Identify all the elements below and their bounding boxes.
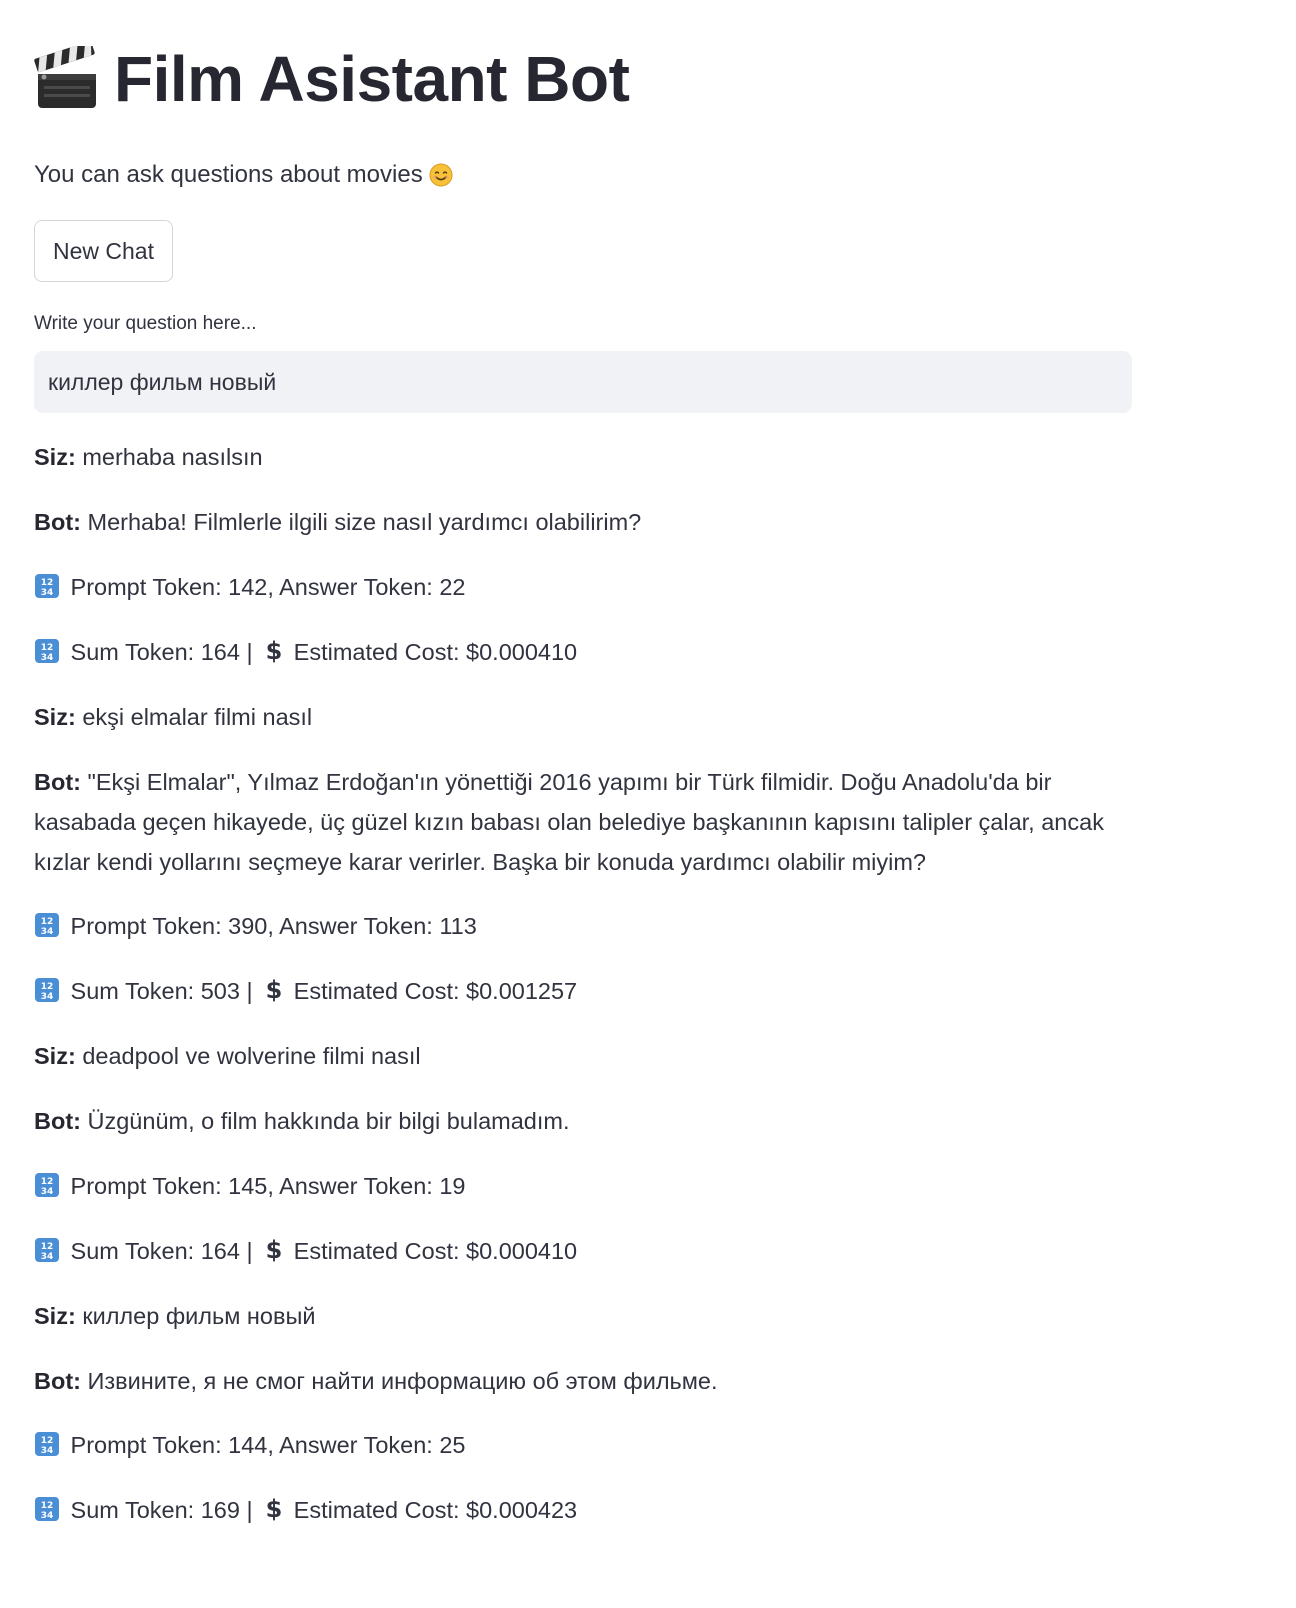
- svg-text:12: 12: [41, 1436, 54, 1446]
- svg-text:34: 34: [41, 992, 54, 1002]
- title-row: Film Asistant Bot: [34, 43, 630, 115]
- token-usage-line: 12 34 Prompt Token: 144, Answer Token: 2…: [34, 1425, 1134, 1465]
- token-usage-line: 12 34 Prompt Token: 142, Answer Token: 2…: [34, 567, 1134, 607]
- page-title: Film Asistant Bot: [114, 43, 630, 115]
- heavy-dollar-sign-icon: $: [266, 1237, 283, 1263]
- heavy-dollar-sign-icon: $: [266, 638, 283, 664]
- message-text: ekşi elmalar filmi nasıl: [82, 704, 313, 730]
- svg-text:12: 12: [41, 643, 54, 653]
- speaker-label: Bot:: [34, 509, 81, 535]
- speaker-label: Bot:: [34, 1108, 81, 1134]
- cost-line: 12 34 Sum Token: 169 | $ Estimated Cost:…: [34, 1490, 1134, 1530]
- svg-text:12: 12: [41, 1242, 54, 1252]
- speaker-label: Siz:: [34, 1043, 76, 1069]
- input-numbers-icon: 12 34: [35, 1173, 59, 1197]
- cost-line: 12 34 Sum Token: 164 | $ Estimated Cost:…: [34, 632, 1134, 672]
- svg-text:12: 12: [41, 1501, 54, 1511]
- svg-text:$: $: [266, 977, 283, 1003]
- message-text: Üzgünüm, o film hakkında bir bilgi bulam…: [87, 1108, 570, 1134]
- input-numbers-icon: 12 34: [35, 1432, 59, 1456]
- message-text: deadpool ve wolverine filmi nasıl: [82, 1043, 421, 1069]
- user-message: Siz: ekşi elmalar filmi nasıl: [34, 697, 1134, 737]
- estimated-cost: Estimated Cost: $0.000423: [293, 1497, 578, 1523]
- speaker-label: Bot:: [34, 1368, 81, 1394]
- smiling-face-icon: [429, 163, 453, 187]
- svg-text:34: 34: [41, 588, 54, 598]
- question-input[interactable]: [34, 351, 1132, 413]
- token-counts: Prompt Token: 142, Answer Token: 22: [70, 574, 466, 600]
- sum-token: Sum Token: 164 |: [70, 1238, 253, 1264]
- bot-message: Bot: Merhaba! Filmlerle ilgili size nası…: [34, 502, 1134, 542]
- new-chat-button[interactable]: New Chat: [34, 220, 173, 282]
- bot-message: Bot: Üzgünüm, o film hakkında bir bilgi …: [34, 1101, 1134, 1141]
- user-message: Siz: merhaba nasılsın: [34, 437, 1134, 477]
- token-counts: Prompt Token: 390, Answer Token: 113: [70, 913, 477, 939]
- cost-line: 12 34 Sum Token: 164 | $ Estimated Cost:…: [34, 1231, 1134, 1271]
- token-usage-line: 12 34 Prompt Token: 390, Answer Token: 1…: [34, 906, 1134, 946]
- svg-text:$: $: [266, 638, 283, 664]
- subtitle: You can ask questions about movies: [34, 160, 453, 190]
- input-numbers-icon: 12 34: [35, 913, 59, 937]
- estimated-cost: Estimated Cost: $0.000410: [293, 1238, 578, 1264]
- user-message: Siz: киллер фильм новый: [34, 1296, 1134, 1336]
- cost-line: 12 34 Sum Token: 503 | $ Estimated Cost:…: [34, 971, 1134, 1011]
- message-text: "Ekşi Elmalar", Yılmaz Erdoğan'ın yönett…: [34, 769, 1104, 875]
- input-numbers-icon: 12 34: [35, 978, 59, 1002]
- bot-message: Bot: Извините, я не смог найти информаци…: [34, 1361, 1134, 1401]
- token-counts: Prompt Token: 144, Answer Token: 25: [70, 1432, 466, 1458]
- estimated-cost: Estimated Cost: $0.000410: [293, 639, 578, 665]
- clapper-board-icon: [34, 46, 96, 108]
- svg-text:34: 34: [41, 1511, 54, 1521]
- svg-text:34: 34: [41, 653, 54, 663]
- speaker-label: Bot:: [34, 769, 81, 795]
- input-numbers-icon: 12 34: [35, 639, 59, 663]
- subtitle-text: You can ask questions about movies: [34, 161, 423, 188]
- sum-token: Sum Token: 169 |: [70, 1497, 253, 1523]
- estimated-cost: Estimated Cost: $0.001257: [293, 978, 578, 1004]
- svg-text:$: $: [266, 1237, 283, 1263]
- input-numbers-icon: 12 34: [35, 1238, 59, 1262]
- question-label: Write your question here...: [34, 313, 257, 334]
- sum-token: Sum Token: 164 |: [70, 639, 253, 665]
- message-text: Merhaba! Filmlerle ilgili size nasıl yar…: [87, 509, 642, 535]
- svg-text:34: 34: [41, 927, 54, 937]
- message-text: Извините, я не смог найти информацию об …: [87, 1368, 718, 1394]
- user-message: Siz: deadpool ve wolverine filmi nasıl: [34, 1036, 1134, 1076]
- bot-message: Bot: "Ekşi Elmalar", Yılmaz Erdoğan'ın y…: [34, 762, 1134, 882]
- svg-text:34: 34: [41, 1446, 54, 1456]
- heavy-dollar-sign-icon: $: [266, 1496, 283, 1522]
- svg-text:$: $: [266, 1496, 283, 1522]
- svg-text:12: 12: [41, 917, 54, 927]
- speaker-label: Siz:: [34, 704, 76, 730]
- input-numbers-icon: 12 34: [35, 574, 59, 598]
- heavy-dollar-sign-icon: $: [266, 977, 283, 1003]
- speaker-label: Siz:: [34, 444, 76, 470]
- input-numbers-icon: 12 34: [35, 1497, 59, 1521]
- token-counts: Prompt Token: 145, Answer Token: 19: [70, 1173, 466, 1199]
- svg-text:12: 12: [41, 1177, 54, 1187]
- speaker-label: Siz:: [34, 1303, 76, 1329]
- message-text: киллер фильм новый: [82, 1303, 316, 1329]
- svg-text:34: 34: [41, 1252, 54, 1262]
- message-text: merhaba nasılsın: [82, 444, 263, 470]
- app-page: Film Asistant Bot You can ask questions …: [0, 0, 1296, 1608]
- token-usage-line: 12 34 Prompt Token: 145, Answer Token: 1…: [34, 1166, 1134, 1206]
- svg-text:12: 12: [41, 982, 54, 992]
- svg-text:12: 12: [41, 578, 54, 588]
- svg-text:34: 34: [41, 1187, 54, 1197]
- sum-token: Sum Token: 503 |: [70, 978, 253, 1004]
